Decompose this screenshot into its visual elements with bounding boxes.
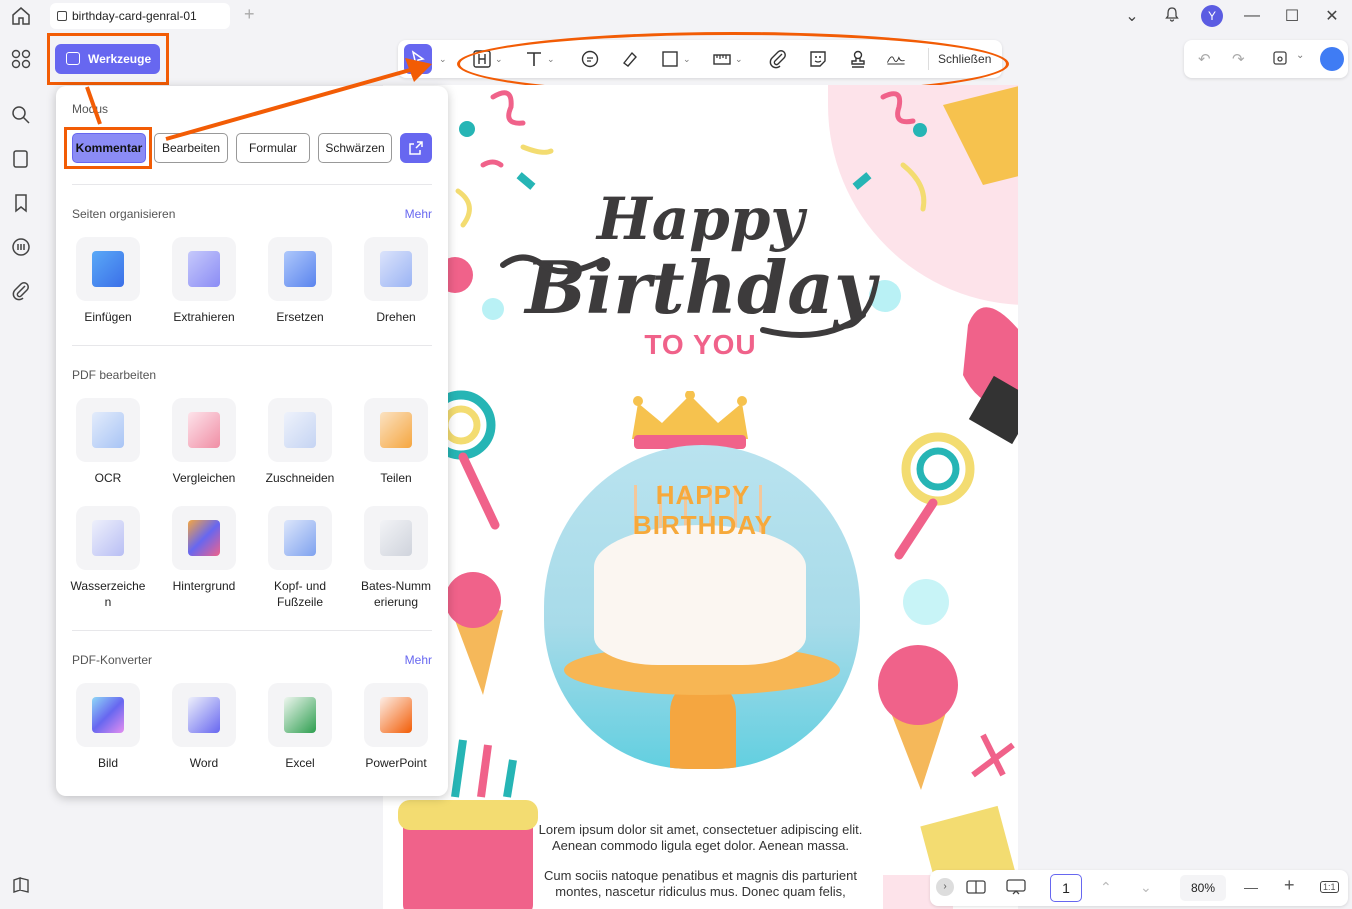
left-rail xyxy=(0,32,42,909)
excel-icon xyxy=(268,683,332,747)
powerpoint-icon xyxy=(364,683,428,747)
undo-icon[interactable]: ↶ xyxy=(1198,50,1211,68)
comment-icon xyxy=(57,11,67,21)
pdf-page: Happy Birthday TO YOU HAPPY BIRTHDAY Lor… xyxy=(383,85,1018,909)
watermark-icon xyxy=(76,506,140,570)
avatar[interactable]: Y xyxy=(1201,5,1223,27)
rotate-pages-icon xyxy=(364,237,428,301)
tile-crop[interactable]: Zuschneiden xyxy=(252,398,348,486)
pages-icon[interactable] xyxy=(10,148,32,170)
history-toolbar: ↶ ↷ ⌄ xyxy=(1184,40,1348,78)
tile-replace[interactable]: Ersetzen xyxy=(252,237,348,325)
bell-icon[interactable] xyxy=(1152,6,1192,27)
tile-header-footer[interactable]: Kopf- und Fußzeile xyxy=(252,506,348,610)
heading-to-you: TO YOU xyxy=(644,329,757,360)
search-icon[interactable] xyxy=(10,104,32,126)
reading-mode-icon[interactable] xyxy=(966,879,986,898)
tools-panel: Modus Kommentar Bearbeiten Formular Schw… xyxy=(56,86,448,796)
tools-highlight-box xyxy=(47,33,169,85)
body-paragraph-2: Cum sociis natoque penatibus et magnis d… xyxy=(544,868,857,899)
split-icon xyxy=(364,398,428,462)
ocr-icon xyxy=(76,398,140,462)
comments-icon[interactable] xyxy=(10,236,32,258)
tile-bates-numbering[interactable]: Bates-Numm erierung xyxy=(348,506,444,610)
chevron-down-icon[interactable]: ⌄ xyxy=(1112,6,1152,26)
tile-excel[interactable]: Excel xyxy=(252,683,348,771)
tile-extract[interactable]: Extrahieren xyxy=(156,237,252,325)
tab-title: birthday-card-genral-01 xyxy=(72,9,197,23)
bates-numbering-icon xyxy=(364,506,428,570)
actual-size-icon[interactable]: 1:1 xyxy=(1320,881,1339,893)
mode-edit-button[interactable]: Bearbeiten xyxy=(154,133,228,163)
section-convert-heading: PDF-Konverter xyxy=(72,653,153,667)
tile-word[interactable]: Word xyxy=(156,683,252,771)
tile-watermark[interactable]: Wasserzeiche n xyxy=(60,506,156,610)
mode-redact-button[interactable]: Schwärzen xyxy=(318,133,392,163)
page-up-icon[interactable]: ⌃ xyxy=(1100,879,1112,896)
new-tab-button[interactable]: + xyxy=(244,4,255,25)
save-icon[interactable] xyxy=(1272,50,1288,70)
tile-background[interactable]: Hintergrund xyxy=(156,506,252,594)
crop-icon xyxy=(268,398,332,462)
tile-powerpoint[interactable]: PowerPoint xyxy=(348,683,444,771)
mode-form-button[interactable]: Formular xyxy=(236,133,310,163)
image-icon xyxy=(76,683,140,747)
close-icon[interactable]: ✕ xyxy=(1312,6,1352,26)
replace-pages-icon xyxy=(268,237,332,301)
crown-decoration xyxy=(632,391,748,449)
select-tool-button[interactable] xyxy=(404,44,432,74)
section-edit-heading: PDF bearbeiten xyxy=(72,368,157,382)
zoom-in-icon[interactable]: + xyxy=(1284,875,1295,896)
body-paragraph-1: Lorem ipsum dolor sit amet, consectetuer… xyxy=(538,822,863,853)
chevron-down-icon[interactable]: ⌄ xyxy=(1296,50,1304,61)
word-icon xyxy=(172,683,236,747)
maximize-icon[interactable]: ☐ xyxy=(1272,6,1312,26)
page-down-icon[interactable]: ⌄ xyxy=(1140,879,1152,896)
comment-mode-highlight-box xyxy=(64,127,152,169)
tile-rotate[interactable]: Drehen xyxy=(348,237,444,325)
select-dropdown[interactable]: ⌄ xyxy=(436,49,447,69)
zoom-level[interactable]: 80% xyxy=(1180,875,1226,901)
tile-image[interactable]: Bild xyxy=(60,683,156,771)
redo-icon[interactable]: ↷ xyxy=(1232,50,1245,68)
document-tab[interactable]: birthday-card-genral-01 xyxy=(50,3,230,29)
minimize-icon[interactable]: — xyxy=(1232,7,1272,25)
compare-icon xyxy=(172,398,236,462)
mode-heading: Modus xyxy=(72,102,109,116)
bookmark-icon[interactable] xyxy=(10,192,32,214)
home-icon[interactable] xyxy=(10,6,32,26)
background-icon xyxy=(172,506,236,570)
page-number-input[interactable]: 1 xyxy=(1050,874,1082,902)
apps-grid-icon[interactable] xyxy=(10,48,32,70)
chevron-right-icon[interactable]: › xyxy=(936,878,954,896)
tile-compare[interactable]: Vergleichen xyxy=(156,398,252,486)
tile-ocr[interactable]: OCR xyxy=(60,398,156,486)
insert-pages-icon xyxy=(76,237,140,301)
organize-more-link[interactable]: Mehr xyxy=(405,207,432,221)
ai-assistant-icon[interactable] xyxy=(1320,47,1344,71)
section-organize-heading: Seiten organisieren xyxy=(72,207,176,221)
presentation-icon[interactable] xyxy=(1006,879,1026,898)
tile-insert[interactable]: Einfügen xyxy=(60,237,156,325)
status-bar: › 1 ⌃ ⌄ 80% — + 1:1 xyxy=(930,870,1348,906)
open-external-button[interactable] xyxy=(400,133,432,163)
convert-more-link[interactable]: Mehr xyxy=(405,653,432,667)
cake-candle-letters: HAPPY BIRTHDAY xyxy=(633,480,773,540)
zoom-out-icon[interactable]: — xyxy=(1244,879,1258,895)
tile-split[interactable]: Teilen xyxy=(348,398,444,486)
extract-pages-icon xyxy=(172,237,236,301)
attachment-icon[interactable] xyxy=(10,280,32,302)
external-link-icon xyxy=(409,141,423,155)
chevron-down-icon: ⌄ xyxy=(439,53,447,64)
sidebar-toggle-icon[interactable] xyxy=(10,874,32,896)
window-controls: ⌄ Y — ☐ ✕ xyxy=(1112,0,1352,32)
cursor-icon xyxy=(411,50,425,68)
title-bar: birthday-card-genral-01 + ⌄ Y — ☐ ✕ xyxy=(0,0,1352,32)
header-footer-icon xyxy=(268,506,332,570)
